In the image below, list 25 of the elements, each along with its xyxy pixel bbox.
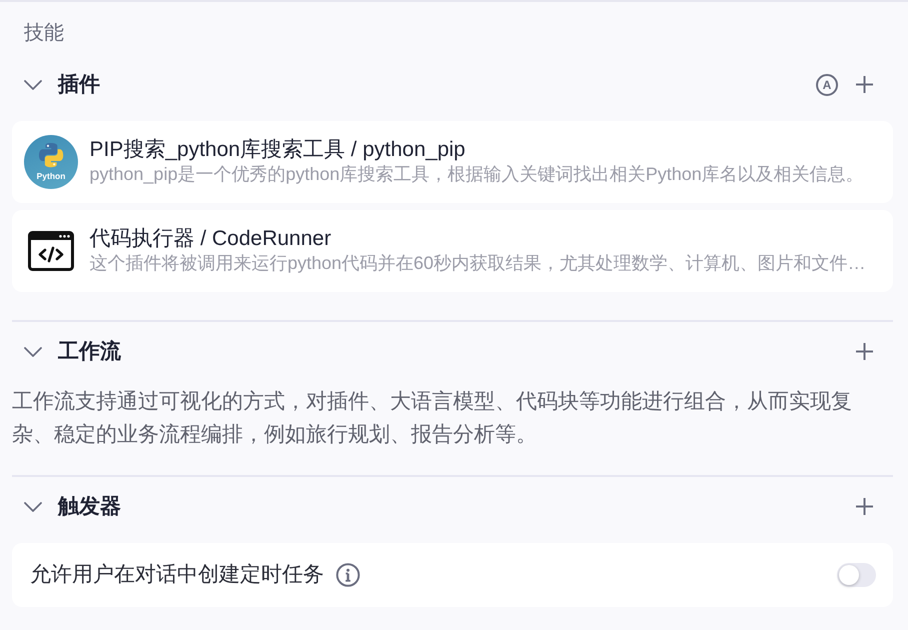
snake-icon [38,142,64,168]
chevron-down-icon[interactable] [24,346,42,356]
section-title: 插件 [58,72,100,98]
plugin-name: 代码执行器 / CodeRunner [90,226,332,251]
plugin-name: PIP搜索_python库搜索工具 / python_pip [90,137,466,162]
plus-icon [856,498,873,515]
setting-label: 允许用户在对话中创建定时任务 [30,562,324,588]
plugin-description: python_pip是一个优秀的python库搜索工具，根据输入关键词找出相关Python库名以及相关信息。 [90,163,864,186]
plus-icon [856,343,873,360]
plugin-description: 这个插件将被调用来运行python代码并在60秒内获取结果，尤其处理数学、计算机、图片和文件… [90,252,866,275]
chevron-down-icon[interactable] [24,80,42,90]
toggle-switch[interactable] [837,562,876,587]
section-title: 触发器 [58,494,121,520]
add-button[interactable] [856,343,873,360]
mode-button[interactable]: A [816,74,838,96]
chevron-down-icon[interactable] [24,502,42,512]
skills-heading: 技能 [24,21,64,45]
section-title: 工作流 [58,338,121,364]
logo-text: Python [36,171,66,181]
add-button[interactable] [856,498,873,515]
plus-icon [856,76,873,93]
workflow-description: 工作流支持通过可视化的方式，对插件、大语言模型、代码块等功能进行组合，从而实现复杂、稳定的业务流程编排，例如旅行规划、报告分析等。 [12,389,853,448]
code-window-icon [28,231,74,271]
info-icon[interactable] [336,562,360,587]
add-button[interactable] [856,76,873,93]
